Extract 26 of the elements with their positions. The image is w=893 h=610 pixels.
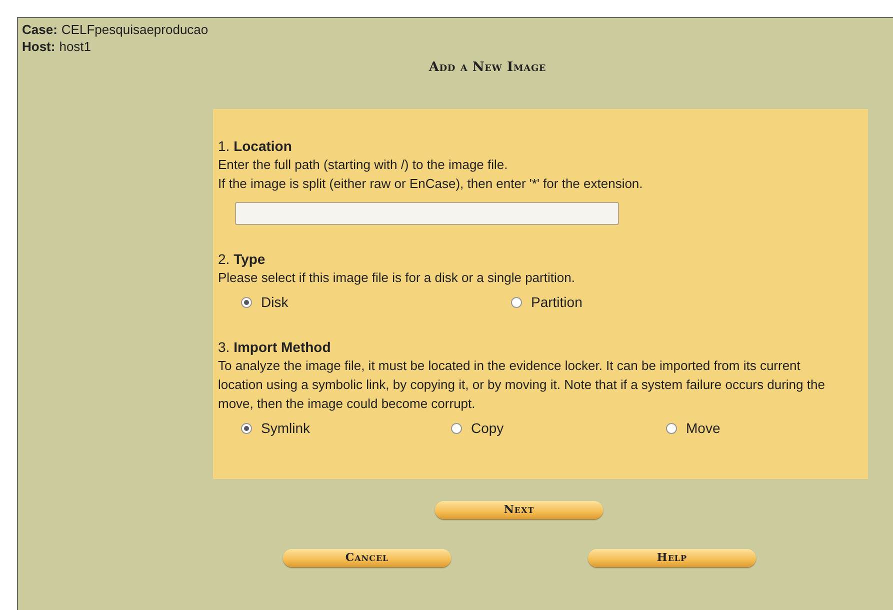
section-description: Please select if this image file is for a disk or a single partition. [218, 269, 576, 287]
radio-label: Copy [471, 420, 504, 436]
path-input-field[interactable] [235, 202, 619, 225]
radio-button[interactable] [666, 422, 677, 434]
radio-button[interactable] [451, 422, 462, 434]
radio-button[interactable] [241, 422, 252, 434]
radio-label: Partition [531, 294, 582, 310]
action-button[interactable]: Help [588, 548, 756, 566]
section-description: If the image is split (either raw or EnCase), then enter '*' for the extension. [218, 175, 644, 193]
section-heading: 3. Import Method [218, 338, 332, 356]
section-description: Enter the full path (starting with /) to the image file. [218, 156, 509, 174]
section-heading: 1. Location [218, 137, 293, 155]
radio-label: Symlink [261, 420, 310, 436]
host-value: host1 [59, 39, 92, 54]
section-heading: 2. Type [218, 250, 266, 268]
case-label: Case: [22, 22, 58, 37]
radio-button[interactable] [511, 296, 522, 308]
next-button[interactable]: Next [435, 500, 603, 518]
radio-button[interactable] [241, 296, 252, 308]
radio-label: Move [686, 420, 720, 436]
section-description: To analyze the image file, it must be located in the evidence locker. It can be imported from its current location using a symbolic link, by copying it, or by moving it. Note that if a system failure occurs during the move, then the image could become corrupt. [218, 357, 826, 413]
page-title: Add a New Image [428, 60, 546, 77]
host-label: Host: [22, 39, 56, 54]
radio-label: Disk [261, 294, 288, 310]
case-value: CELFpesquisaeproducao [61, 22, 208, 37]
action-button[interactable]: Cancel [283, 548, 451, 566]
